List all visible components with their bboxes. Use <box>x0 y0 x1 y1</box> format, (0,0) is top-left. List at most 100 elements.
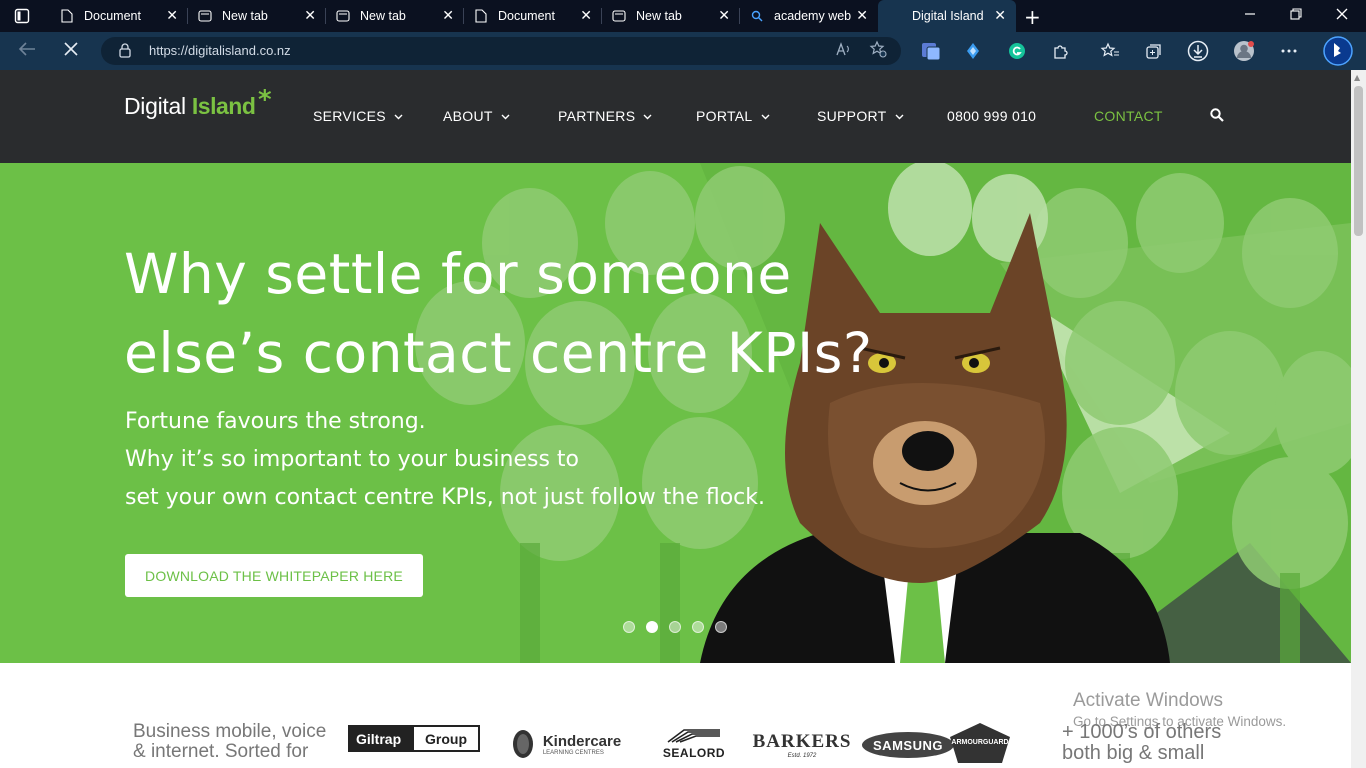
tab-title: New tab <box>360 9 406 23</box>
hero-subtitle-line: set your own contact centre KPIs, not ju… <box>125 485 765 510</box>
hero-title-line: else’s contact centre KPIs? <box>124 321 873 385</box>
minimize-icon[interactable] <box>1244 6 1256 24</box>
read-aloud-icon[interactable] <box>835 42 851 61</box>
kindercare-logo: Kindercare LEARNING CENTRES <box>504 726 628 762</box>
giltrap-group-logo: Giltrap Group <box>348 725 480 752</box>
browser-tab-active[interactable]: Digital Island ✕ <box>878 0 1016 32</box>
search-icon[interactable] <box>1210 107 1224 126</box>
watermark-title: Activate Windows <box>1073 690 1223 711</box>
nav-phone[interactable]: 0800 999 010 <box>947 108 1036 124</box>
clients-tagline: Business mobile, voice & internet. Sorte… <box>133 722 353 762</box>
grammarly-icon[interactable] <box>1005 39 1029 63</box>
nav-services[interactable]: SERVICES <box>313 108 403 124</box>
logo-text: Kindercare <box>542 732 622 750</box>
close-tab-icon[interactable]: ✕ <box>994 8 1006 24</box>
slider-dot[interactable] <box>646 621 658 633</box>
tab-title: Document <box>498 9 555 23</box>
hero-subtitle-line: Fortune favours the strong. <box>125 409 426 434</box>
nav-support[interactable]: SUPPORT <box>817 108 904 124</box>
collections-icon[interactable] <box>919 39 943 63</box>
nav-partners[interactable]: PARTNERS <box>558 108 652 124</box>
browser-tab[interactable]: Document ✕ <box>464 0 602 32</box>
slider-dot[interactable] <box>692 621 704 633</box>
hero-title: Why settle for someone else’s contact ce… <box>124 235 944 393</box>
favorites-icon[interactable] <box>1098 39 1122 63</box>
armourguard-logo: ARMOURGUARD <box>945 721 1015 765</box>
new-tab-button[interactable]: + <box>1024 5 1041 29</box>
nav-label: ABOUT <box>443 108 493 124</box>
url-text[interactable]: https://digitalisland.co.nz <box>149 43 291 58</box>
logo-text: Giltrap <box>350 727 414 750</box>
loading-icon <box>888 9 902 23</box>
nav-label: SERVICES <box>313 108 386 124</box>
samsung-logo: SAMSUNG <box>862 732 954 758</box>
logo-text: SAMSUNG <box>873 737 943 753</box>
extensions-icon[interactable] <box>1049 39 1073 63</box>
logo-text-island: Island <box>191 93 256 119</box>
digital-island-logo[interactable]: Digital Island * <box>124 85 272 129</box>
close-tab-icon[interactable]: ✕ <box>718 8 730 24</box>
document-icon <box>474 9 488 23</box>
stop-loading-icon[interactable] <box>63 41 79 62</box>
add-favorite-icon[interactable] <box>869 40 887 62</box>
logo-text: ARMOURGUARD <box>951 739 1009 746</box>
slider-dot[interactable] <box>623 621 635 633</box>
logo-text: BARKERS <box>752 731 852 752</box>
logo-text-digital: Digital <box>124 93 192 119</box>
tagline-line: Business mobile, voice <box>133 721 327 742</box>
close-tab-icon[interactable]: ✕ <box>442 8 454 24</box>
close-tab-icon[interactable]: ✕ <box>166 8 178 24</box>
more-icon[interactable] <box>1277 39 1301 63</box>
browser-tab[interactable]: Document ✕ <box>50 0 188 32</box>
browser-tab[interactable]: New tab ✕ <box>188 0 326 32</box>
sealord-wave-icon <box>667 729 720 743</box>
tab-title: New tab <box>222 9 268 23</box>
search-icon <box>750 9 764 23</box>
extension-drop-icon[interactable] <box>961 39 985 63</box>
address-bar[interactable]: https://digitalisland.co.nz <box>101 37 901 65</box>
lock-icon[interactable] <box>119 43 131 62</box>
hero-subtitle-line: Why it’s so important to your business t… <box>125 447 579 472</box>
hero-title-line: Why settle for someone <box>124 242 792 306</box>
hero-slider: Why settle for someone else’s contact ce… <box>0 163 1351 663</box>
close-tab-icon[interactable]: ✕ <box>856 8 868 24</box>
sealord-logo: SEALORD <box>654 723 734 763</box>
newtab-icon <box>612 9 626 23</box>
barkers-logo: BARKERS Estd. 1972 <box>753 727 851 763</box>
close-tab-icon[interactable]: ✕ <box>580 8 592 24</box>
tab-actions-icon[interactable] <box>10 6 34 26</box>
restore-icon[interactable] <box>1290 6 1302 24</box>
collections-stack-icon[interactable] <box>1142 39 1166 63</box>
scroll-up-icon[interactable]: ▲ <box>1354 73 1360 82</box>
slider-dot[interactable] <box>715 621 727 633</box>
downloads-icon[interactable] <box>1186 39 1210 63</box>
nav-label: PORTAL <box>696 108 753 124</box>
nav-about[interactable]: ABOUT <box>443 108 510 124</box>
download-whitepaper-button[interactable]: DOWNLOAD THE WHITEPAPER HERE <box>125 554 423 597</box>
browser-tab[interactable]: New tab ✕ <box>326 0 464 32</box>
close-tab-icon[interactable]: ✕ <box>304 8 316 24</box>
profile-icon[interactable] <box>1232 39 1256 63</box>
logo-text: Group <box>425 730 467 747</box>
hero-subtitle: Fortune favours the strong. Why it’s so … <box>125 403 845 517</box>
nav-contact[interactable]: CONTACT <box>1094 108 1163 124</box>
slider-dot[interactable] <box>669 621 681 633</box>
newtab-icon <box>336 9 350 23</box>
browser-tab[interactable]: New tab ✕ <box>602 0 740 32</box>
bing-icon[interactable] <box>1322 35 1354 67</box>
logo-text: SEALORD <box>662 746 726 760</box>
activate-windows-watermark: Activate Windows Go to Settings to activ… <box>1073 690 1286 729</box>
tab-title: New tab <box>636 9 682 23</box>
watermark-subtitle: Go to Settings to activate Windows. <box>1073 714 1287 729</box>
scrollbar-thumb[interactable] <box>1354 86 1363 236</box>
window-close-icon[interactable] <box>1336 6 1348 24</box>
tab-title: Digital Island <box>912 9 984 23</box>
chevron-down-icon <box>501 114 510 120</box>
back-icon[interactable] <box>18 41 36 62</box>
chevron-down-icon <box>643 114 652 120</box>
browser-tab[interactable]: academy web ✕ <box>740 0 878 32</box>
chevron-down-icon <box>761 114 770 120</box>
page-scrollbar[interactable]: ▲ <box>1351 70 1366 768</box>
nav-portal[interactable]: PORTAL <box>696 108 770 124</box>
browser-tab-bar: Document ✕ New tab ✕ New tab ✕ Document … <box>0 0 1366 32</box>
